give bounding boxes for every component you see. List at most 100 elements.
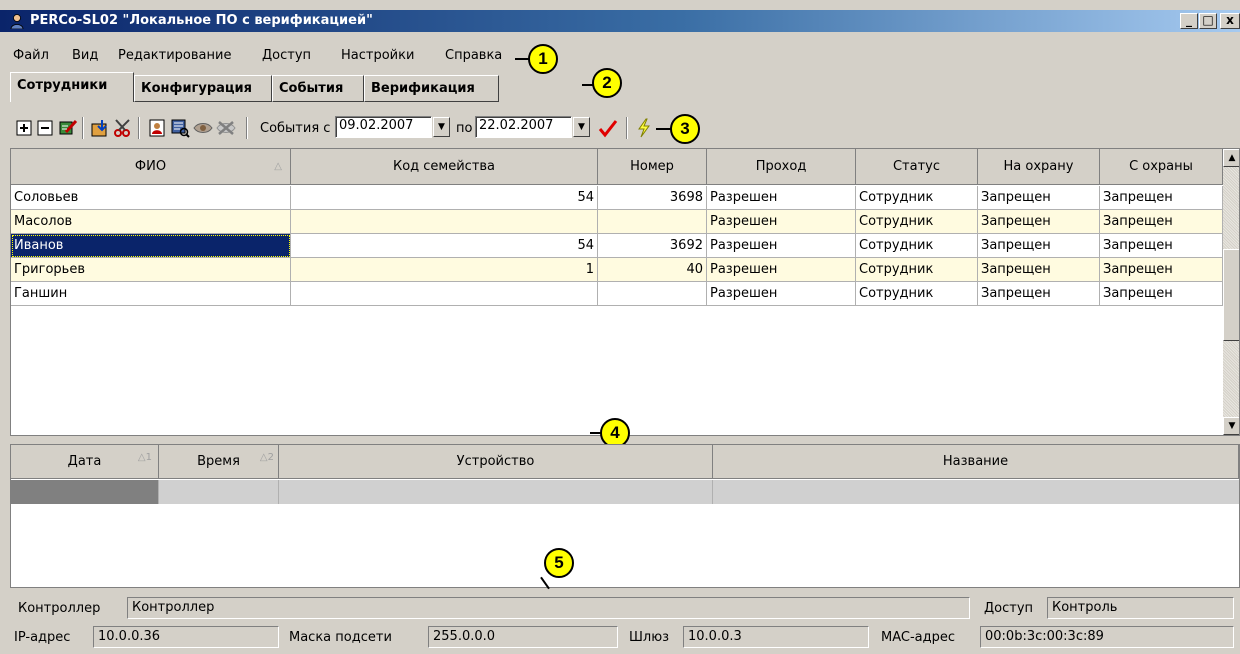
number-cell[interactable]: 40 — [598, 258, 707, 282]
column-header-fio-label: ФИО — [134, 159, 167, 174]
arm-cell[interactable]: Запрещен — [978, 210, 1100, 234]
column-header-device[interactable]: Устройство — [279, 445, 713, 479]
access-field: Контроль — [1047, 597, 1234, 619]
status-cell[interactable]: Сотрудник — [856, 210, 978, 234]
menu-view[interactable]: Вид — [72, 48, 98, 63]
family-code-cell[interactable]: 54 — [291, 234, 598, 258]
date-to-dropdown-button[interactable]: ▼ — [573, 117, 590, 137]
add-icon[interactable] — [14, 118, 34, 138]
pass-cell[interactable]: Разрешен — [707, 186, 856, 210]
event-row-time-cell[interactable] — [159, 480, 279, 504]
number-cell[interactable] — [598, 282, 707, 306]
sort-ascending-icon: △1 — [137, 452, 152, 463]
scroll-up-button[interactable]: ▲ — [1223, 149, 1239, 167]
number-cell[interactable]: 3692 — [598, 234, 707, 258]
column-header-time-label: Время — [197, 454, 240, 469]
disarm-cell[interactable]: Запрещен — [1100, 234, 1223, 258]
pass-cell[interactable]: Разрешен — [707, 258, 856, 282]
disarm-cell[interactable]: Запрещен — [1100, 210, 1223, 234]
sort-ascending-icon: △2 — [259, 452, 274, 463]
disarm-cell[interactable]: Запрещен — [1100, 258, 1223, 282]
arm-cell[interactable]: Запрещен — [978, 186, 1100, 210]
mac-field: 00:0b:3c:00:3c:89 — [980, 626, 1234, 648]
tab-events[interactable]: События — [272, 75, 364, 102]
import-icon[interactable] — [90, 118, 110, 138]
toolbar: События с 09.02.2007 ▼ по 22.02.2007 ▼ — [0, 112, 1240, 146]
arm-cell[interactable]: Запрещен — [978, 258, 1100, 282]
status-cell[interactable]: Сотрудник — [856, 186, 978, 210]
checkmark-icon[interactable] — [598, 118, 618, 138]
employees-table: ФИО △ Код семейства Номер Проход Статус … — [10, 148, 1240, 436]
date-to-field[interactable]: 22.02.2007 — [475, 116, 572, 138]
gateway-field: 10.0.0.3 — [683, 626, 869, 648]
tab-configuration[interactable]: Конфигурация — [134, 75, 272, 102]
family-code-cell[interactable] — [291, 282, 598, 306]
scroll-down-button[interactable]: ▼ — [1223, 417, 1239, 435]
date-from-dropdown-button[interactable]: ▼ — [433, 117, 450, 137]
number-cell[interactable] — [598, 210, 707, 234]
menu-edit[interactable]: Редактирование — [118, 48, 231, 63]
vertical-scrollbar[interactable]: ▲ ▼ — [1223, 149, 1239, 435]
menu-file[interactable]: Файл — [13, 48, 49, 63]
table-row[interactable]: Соловьев 54 3698 Разрешен Сотрудник Запрещен З… — [11, 186, 1223, 210]
menu-help[interactable]: Справка — [445, 48, 502, 63]
fio-cell[interactable]: Соловьев — [11, 186, 291, 210]
table-row[interactable]: Ганшин Разрешен Сотрудник Запрещен Запрещен — [11, 282, 1223, 306]
edit-card-icon[interactable] — [58, 118, 78, 138]
column-header-date[interactable]: Дата △1 — [11, 445, 159, 479]
column-header-status[interactable]: Статус — [856, 149, 978, 185]
column-header-fio[interactable]: ФИО △ — [11, 149, 291, 185]
events-table: Дата △1 Время △2 Устройство Название — [10, 444, 1240, 588]
cancel-eye-icon[interactable] — [216, 118, 236, 138]
column-header-time[interactable]: Время △2 — [159, 445, 279, 479]
family-code-cell[interactable]: 1 — [291, 258, 598, 282]
column-header-name[interactable]: Название — [713, 445, 1239, 479]
disarm-cell[interactable]: Запрещен — [1100, 186, 1223, 210]
remove-icon[interactable] — [35, 118, 55, 138]
date-from-field[interactable]: 09.02.2007 — [335, 116, 432, 138]
event-row-date-cell[interactable] — [11, 480, 159, 504]
family-code-cell[interactable] — [291, 210, 598, 234]
fio-cell[interactable]: Масолов — [11, 210, 291, 234]
fio-cell[interactable]: Григорьев — [11, 258, 291, 282]
status-cell[interactable]: Сотрудник — [856, 282, 978, 306]
pass-cell[interactable]: Разрешен — [707, 234, 856, 258]
fio-cell[interactable]: Ганшин — [11, 282, 291, 306]
status-cell[interactable]: Сотрудник — [856, 258, 978, 282]
access-label: Доступ — [984, 601, 1034, 616]
column-header-family-code[interactable]: Код семейства — [291, 149, 598, 185]
mask-field: 255.0.0.0 — [428, 626, 618, 648]
fio-cell[interactable]: Иванов — [11, 234, 291, 258]
maximize-button[interactable]: □ — [1199, 13, 1217, 29]
disarm-cell[interactable]: Запрещен — [1100, 282, 1223, 306]
menu-access[interactable]: Доступ — [262, 48, 311, 63]
column-header-disarm[interactable]: С охраны — [1100, 149, 1223, 185]
status-cell[interactable]: Сотрудник — [856, 234, 978, 258]
lightning-icon[interactable] — [634, 118, 654, 138]
arm-cell[interactable]: Запрещен — [978, 282, 1100, 306]
search-photo-icon[interactable] — [170, 118, 190, 138]
callout-2: 2 — [592, 68, 622, 98]
family-code-cell[interactable]: 54 — [291, 186, 598, 210]
tab-verification[interactable]: Верификация — [364, 75, 499, 102]
column-header-arm[interactable]: На охрану — [978, 149, 1100, 185]
cut-icon[interactable] — [113, 118, 133, 138]
table-row[interactable]: Григорьев 1 40 Разрешен Сотрудник Запрещен Зап… — [11, 258, 1223, 282]
number-cell[interactable]: 3698 — [598, 186, 707, 210]
event-row-name-cell[interactable] — [713, 480, 1239, 504]
tab-employees[interactable]: Сотрудники — [10, 72, 134, 102]
column-header-number[interactable]: Номер — [598, 149, 707, 185]
close-button[interactable]: x — [1220, 13, 1240, 29]
event-row-device-cell[interactable] — [279, 480, 713, 504]
pass-cell[interactable]: Разрешен — [707, 282, 856, 306]
pass-cell[interactable]: Разрешен — [707, 210, 856, 234]
scroll-thumb[interactable] — [1223, 249, 1239, 341]
minimize-button[interactable]: _ — [1180, 13, 1198, 29]
eye-icon[interactable] — [193, 118, 213, 138]
table-row[interactable]: Иванов 54 3692 Разрешен Сотрудник Запрещен Зап… — [11, 234, 1223, 258]
menu-settings[interactable]: Настройки — [341, 48, 414, 63]
table-row[interactable]: Масолов Разрешен Сотрудник Запрещен Запрещен — [11, 210, 1223, 234]
column-header-pass[interactable]: Проход — [707, 149, 856, 185]
arm-cell[interactable]: Запрещен — [978, 234, 1100, 258]
photo-card-icon[interactable] — [147, 118, 167, 138]
